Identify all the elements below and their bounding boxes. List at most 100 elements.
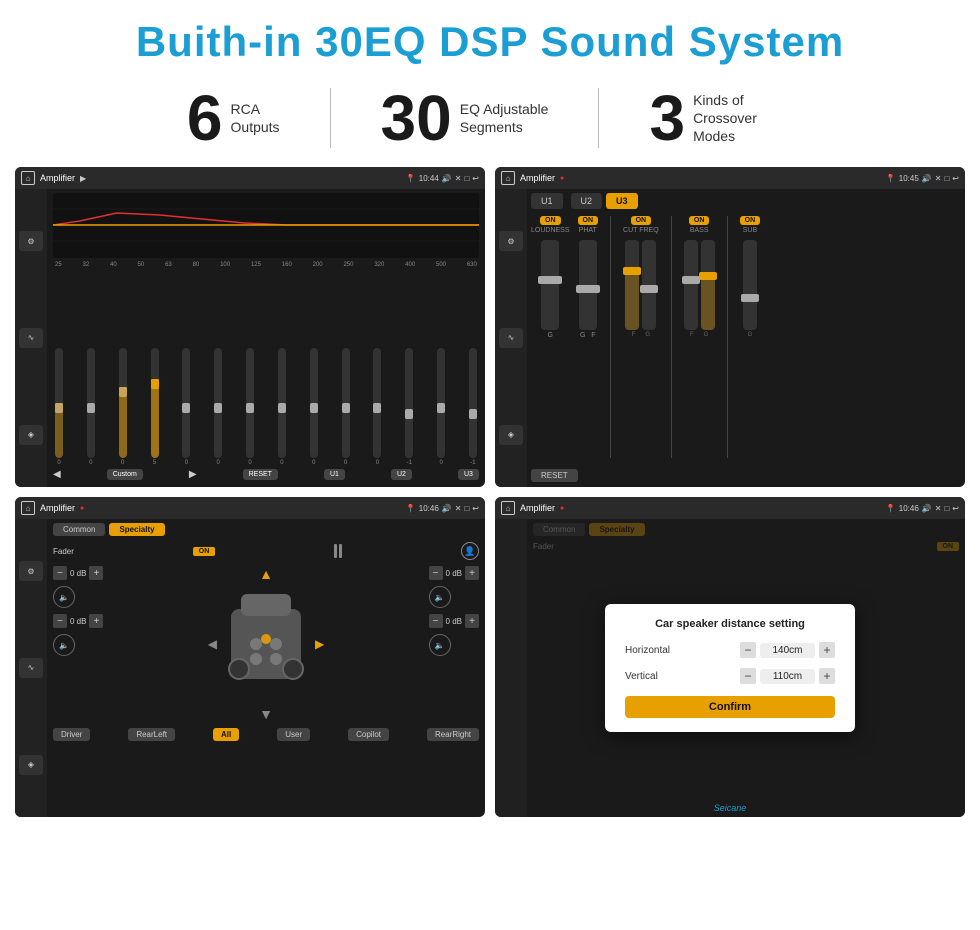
fader-icon-1[interactable]: ⚙ — [19, 561, 43, 581]
fader-icon-3[interactable]: ◈ — [19, 755, 43, 775]
fader-plus-tr[interactable]: + — [465, 566, 479, 580]
eq-slider-2[interactable]: 0 — [87, 348, 95, 466]
back-icon-fader[interactable]: ↩ — [472, 504, 479, 513]
phat-slider[interactable] — [579, 240, 597, 330]
u3-btn[interactable]: U3 — [606, 193, 638, 209]
crossover-sidebar: ⚙ ∿ ◈ — [495, 189, 527, 487]
fader-minus-br[interactable]: − — [429, 614, 443, 628]
fader-minus-tl[interactable]: − — [53, 566, 67, 580]
home-icon-eq[interactable]: ⌂ — [21, 171, 35, 185]
sub-toggle[interactable]: ON — [740, 216, 761, 225]
eq-u2-btn[interactable]: U2 — [391, 469, 412, 480]
crossover-icon-2[interactable]: ∿ — [499, 328, 523, 348]
eq-slider-11[interactable]: 0 — [373, 348, 381, 466]
vertical-minus[interactable]: − — [740, 668, 756, 684]
crossover-reset-btn[interactable]: RESET — [531, 469, 578, 482]
home-icon-fader[interactable]: ⌂ — [21, 501, 35, 515]
fader-rearright-btn[interactable]: RearRight — [427, 728, 479, 741]
eq-reset-btn[interactable]: RESET — [243, 469, 278, 480]
bass-slider-2[interactable] — [701, 240, 715, 330]
fader-sliders-mini[interactable] — [334, 544, 342, 558]
eq-icon-2[interactable]: ∿ — [19, 328, 43, 348]
confirm-button[interactable]: Confirm — [625, 696, 835, 718]
window-icon-eq[interactable]: □ — [464, 174, 469, 183]
back-icon-eq[interactable]: ↩ — [472, 174, 479, 183]
eq-slider-1[interactable]: 0 — [55, 348, 63, 466]
fader-all-btn[interactable]: All — [213, 728, 239, 741]
slider-track-12 — [405, 348, 413, 458]
fader-settings-icon[interactable]: 👤 — [461, 542, 479, 560]
horizontal-plus[interactable]: + — [819, 642, 835, 658]
eq-slider-5[interactable]: 0 — [182, 348, 190, 466]
horizontal-minus[interactable]: − — [740, 642, 756, 658]
eq-slider-8[interactable]: 0 — [278, 348, 286, 466]
vertical-plus[interactable]: + — [819, 668, 835, 684]
eq-prev-btn[interactable]: ◀ — [53, 469, 61, 480]
eq-next-btn[interactable]: ▶ — [189, 469, 197, 480]
sub-slider[interactable] — [743, 240, 757, 330]
phat-thumb — [576, 285, 600, 293]
fader-icon-2[interactable]: ∿ — [19, 658, 43, 678]
phat-toggle[interactable]: ON — [578, 216, 599, 225]
fader-db-tr: 0 dB — [446, 569, 462, 578]
u2-btn[interactable]: U2 — [571, 193, 603, 209]
home-icon-dialog[interactable]: ⌂ — [501, 501, 515, 515]
slider-track-10 — [342, 348, 350, 458]
eq-slider-14[interactable]: -1 — [469, 348, 477, 466]
loudness-toggle[interactable]: ON — [540, 216, 561, 225]
sub-g: G — [748, 332, 753, 338]
x-icon-fader[interactable]: ✕ — [455, 504, 462, 513]
cutfreq-slider-1[interactable] — [625, 240, 639, 330]
fader-minus-bl[interactable]: − — [53, 614, 67, 628]
eq-slider-9[interactable]: 0 — [310, 348, 318, 466]
fader-on-badge[interactable]: ON — [193, 547, 216, 556]
fader-driver-btn[interactable]: Driver — [53, 728, 90, 741]
eq-slider-4[interactable]: 5 — [151, 348, 159, 466]
eq-slider-3[interactable]: 0 — [119, 348, 127, 466]
fader-arrow-left[interactable]: ◀ — [208, 637, 217, 651]
cutfreq-toggle[interactable]: ON — [631, 216, 652, 225]
fader-user-btn[interactable]: User — [277, 728, 310, 741]
fader-minus-tr[interactable]: − — [429, 566, 443, 580]
cutfreq-slider-2[interactable] — [642, 240, 656, 330]
eq-slider-13[interactable]: 0 — [437, 348, 445, 466]
crossover-icon-1[interactable]: ⚙ — [499, 231, 523, 251]
fader-content: ⚙ ∿ ◈ Common Specialty Fader ON — [15, 519, 485, 817]
home-icon-crossover[interactable]: ⌂ — [501, 171, 515, 185]
back-icon-crossover[interactable]: ↩ — [952, 174, 959, 183]
u1-btn[interactable]: U1 — [531, 193, 563, 209]
loudness-slider[interactable] — [541, 240, 559, 330]
fader-arrow-down[interactable]: ▼ — [259, 706, 273, 722]
bass-slider-1[interactable] — [684, 240, 698, 330]
fader-arrow-right[interactable]: ▶ — [315, 637, 324, 651]
fader-plus-bl[interactable]: + — [89, 614, 103, 628]
bass-toggle[interactable]: ON — [689, 216, 710, 225]
eq-slider-7[interactable]: 0 — [246, 348, 254, 466]
x-icon-dialog[interactable]: ✕ — [935, 504, 942, 513]
fader-plus-br[interactable]: + — [465, 614, 479, 628]
bass-fill — [701, 272, 715, 331]
eq-u1-btn[interactable]: U1 — [324, 469, 345, 480]
fader-plus-tl[interactable]: + — [89, 566, 103, 580]
freq-80: 80 — [193, 262, 200, 268]
window-icon-crossover[interactable]: □ — [944, 174, 949, 183]
eq-icon-3[interactable]: ◈ — [19, 425, 43, 445]
crossover-icon-3[interactable]: ◈ — [499, 425, 523, 445]
back-icon-dialog[interactable]: ↩ — [952, 504, 959, 513]
eq-slider-10[interactable]: 0 — [342, 348, 350, 466]
fader-arrow-up[interactable]: ▲ — [259, 566, 273, 582]
window-icon-fader[interactable]: □ — [464, 504, 469, 513]
eq-slider-6[interactable]: 0 — [214, 348, 222, 466]
fader-tl-ctrl: − 0 dB + — [53, 566, 103, 580]
freq-160: 160 — [282, 262, 292, 268]
x-icon-crossover[interactable]: ✕ — [935, 174, 942, 183]
fader-copilot-btn[interactable]: Copilot — [348, 728, 389, 741]
x-icon-eq[interactable]: ✕ — [455, 174, 462, 183]
tab-specialty-fader[interactable]: Specialty — [109, 523, 164, 536]
tab-common-fader[interactable]: Common — [53, 523, 105, 536]
eq-u3-btn[interactable]: U3 — [458, 469, 479, 480]
fader-rearleft-btn[interactable]: RearLeft — [128, 728, 175, 741]
eq-icon-1[interactable]: ⚙ — [19, 231, 43, 251]
eq-slider-12[interactable]: -1 — [405, 348, 413, 466]
window-icon-dialog[interactable]: □ — [944, 504, 949, 513]
